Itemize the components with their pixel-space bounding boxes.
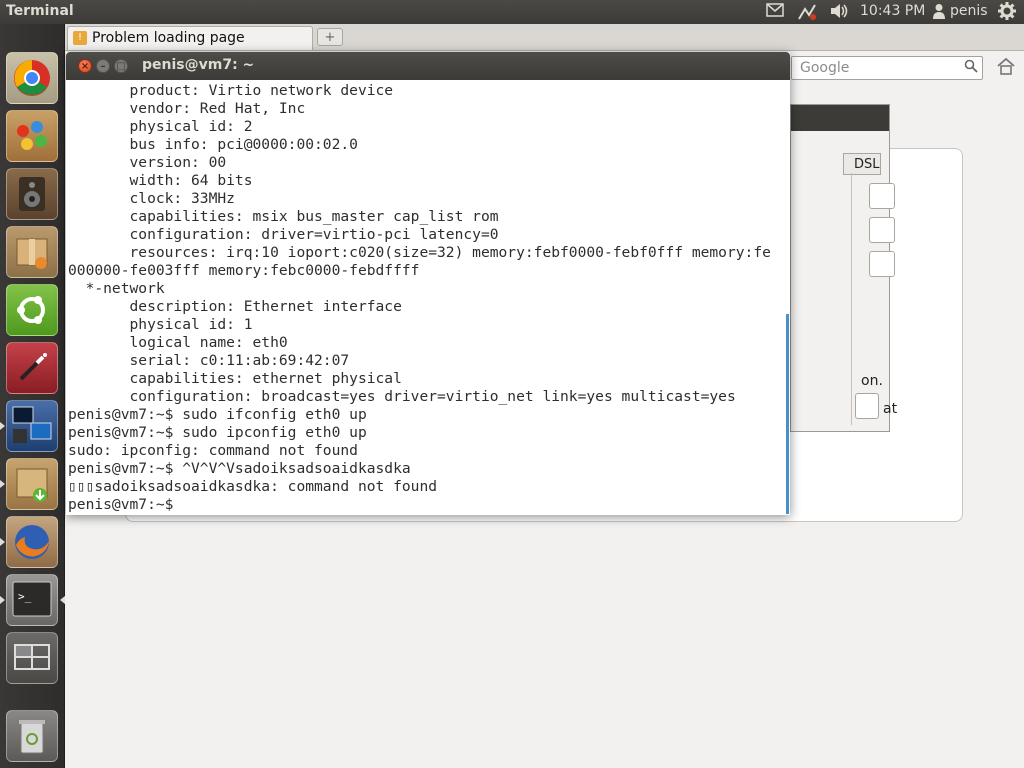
terminal-scrollbar[interactable] (786, 314, 789, 514)
terminal-line: *-network (68, 280, 165, 297)
running-indicator (0, 422, 5, 430)
terminal-line: 000000-fe003fff memory:febc0000-febdffff (68, 262, 420, 279)
search-input[interactable]: Google (791, 56, 983, 80)
active-app-title: Terminal (6, 3, 74, 19)
browser-tab-label: Problem loading page (92, 30, 245, 46)
terminal-line: sudo: ipconfig: command not found (68, 442, 358, 459)
terminal-line: penis@vm7:~$ sudo ipconfig eth0 up (68, 424, 367, 441)
dialog-field[interactable] (869, 183, 895, 209)
running-indicator (0, 538, 5, 546)
terminal-line: penis@vm7:~$ sudo ifconfig eth0 up (68, 406, 367, 423)
user-icon[interactable] (932, 3, 946, 23)
terminal-line: width: 64 bits (68, 172, 253, 189)
terminal-line: resources: irq:10 ioport:c020(size=32) m… (68, 244, 771, 261)
user-name[interactable]: penis (950, 3, 988, 19)
running-indicator (0, 480, 5, 488)
browser-tab[interactable]: ! Problem loading page (67, 26, 313, 50)
terminal-titlebar[interactable]: × – □ penis@vm7: ~ (66, 52, 790, 80)
terminal-line: physical id: 1 (68, 316, 253, 333)
svg-text:>_: >_ (18, 590, 32, 603)
dialog-field[interactable] (869, 251, 895, 277)
terminal-line: logical name: eth0 (68, 334, 288, 351)
speaker-icon[interactable] (6, 168, 58, 220)
trash-icon[interactable] (6, 710, 58, 762)
top-panel: Terminal 10:43 PM penis (0, 0, 1024, 24)
terminal-line: description: Ethernet interface (68, 298, 402, 315)
terminal-line: configuration: broadcast=yes driver=virt… (68, 388, 736, 405)
browser-tab-bar: ! Problem loading page + (65, 24, 1024, 51)
terminal-line: physical id: 2 (68, 118, 253, 135)
terminal-line: vendor: Red Hat, Inc (68, 100, 306, 117)
terminal-line: configuration: driver=virtio-pci latency… (68, 226, 499, 243)
dialog-tab-dsl[interactable]: DSL (843, 153, 881, 175)
paint-icon[interactable] (6, 110, 58, 162)
dialog-text: on. (861, 373, 883, 389)
package-install-icon[interactable] (6, 226, 58, 278)
gear-icon[interactable] (998, 2, 1016, 24)
warning-icon: ! (73, 31, 87, 45)
chromium-icon[interactable] (6, 52, 58, 104)
clock[interactable]: 10:43 PM (860, 3, 925, 19)
terminal-title: penis@vm7: ~ (142, 57, 255, 73)
dialog-text: at (883, 401, 898, 417)
terminal-line: capabilities: msix bus_master cap_list r… (68, 208, 499, 225)
volume-icon[interactable] (829, 3, 849, 23)
terminal-line: serial: c0:11:ab:69:42:07 (68, 352, 350, 369)
dialog-field[interactable] (869, 217, 895, 243)
new-tab-button[interactable]: + (317, 28, 343, 46)
running-indicator (0, 596, 5, 604)
terminal-line: ▯▯▯sadoiksadsoaidkasdka: command not fou… (68, 478, 438, 495)
magic-wand-icon[interactable] (6, 342, 58, 394)
terminal-window: × – □ penis@vm7: ~ product: Virtio netwo… (66, 52, 790, 515)
mail-icon[interactable] (766, 3, 784, 21)
close-button[interactable]: × (78, 59, 92, 73)
remote-desktop-icon[interactable] (6, 400, 58, 452)
search-placeholder: Google (800, 60, 850, 76)
network-disconnected-icon[interactable] (797, 3, 819, 25)
terminal-icon[interactable]: >_ (6, 574, 58, 626)
terminal-line: clock: 33MHz (68, 190, 235, 207)
terminal-line: penis@vm7:~$ (68, 496, 183, 513)
dialog-button[interactable] (855, 393, 879, 419)
workspace-switcher-icon[interactable] (6, 632, 58, 684)
terminal-line: capabilities: ethernet physical (68, 370, 402, 387)
terminal-line: bus info: pci@0000:00:02.0 (68, 136, 358, 153)
search-icon[interactable] (964, 59, 978, 77)
dialog-titlebar (791, 105, 889, 131)
terminal-line: penis@vm7:~$ ^V^V^Vsadoiksadsoaidkasdka (68, 460, 411, 477)
terminal-line: product: Virtio network device (68, 82, 394, 99)
ubuntu-one-icon[interactable] (6, 284, 58, 336)
terminal-line: version: 00 (68, 154, 227, 171)
launcher: >_ (0, 24, 65, 768)
firefox-icon[interactable] (6, 516, 58, 568)
software-center-icon[interactable] (6, 458, 58, 510)
home-button[interactable] (995, 57, 1017, 79)
maximize-button[interactable]: □ (114, 59, 128, 73)
minimize-button[interactable]: – (96, 59, 110, 73)
terminal-output[interactable]: product: Virtio network device vendor: R… (68, 82, 786, 515)
background-dialog: DSL on. at (790, 104, 897, 432)
